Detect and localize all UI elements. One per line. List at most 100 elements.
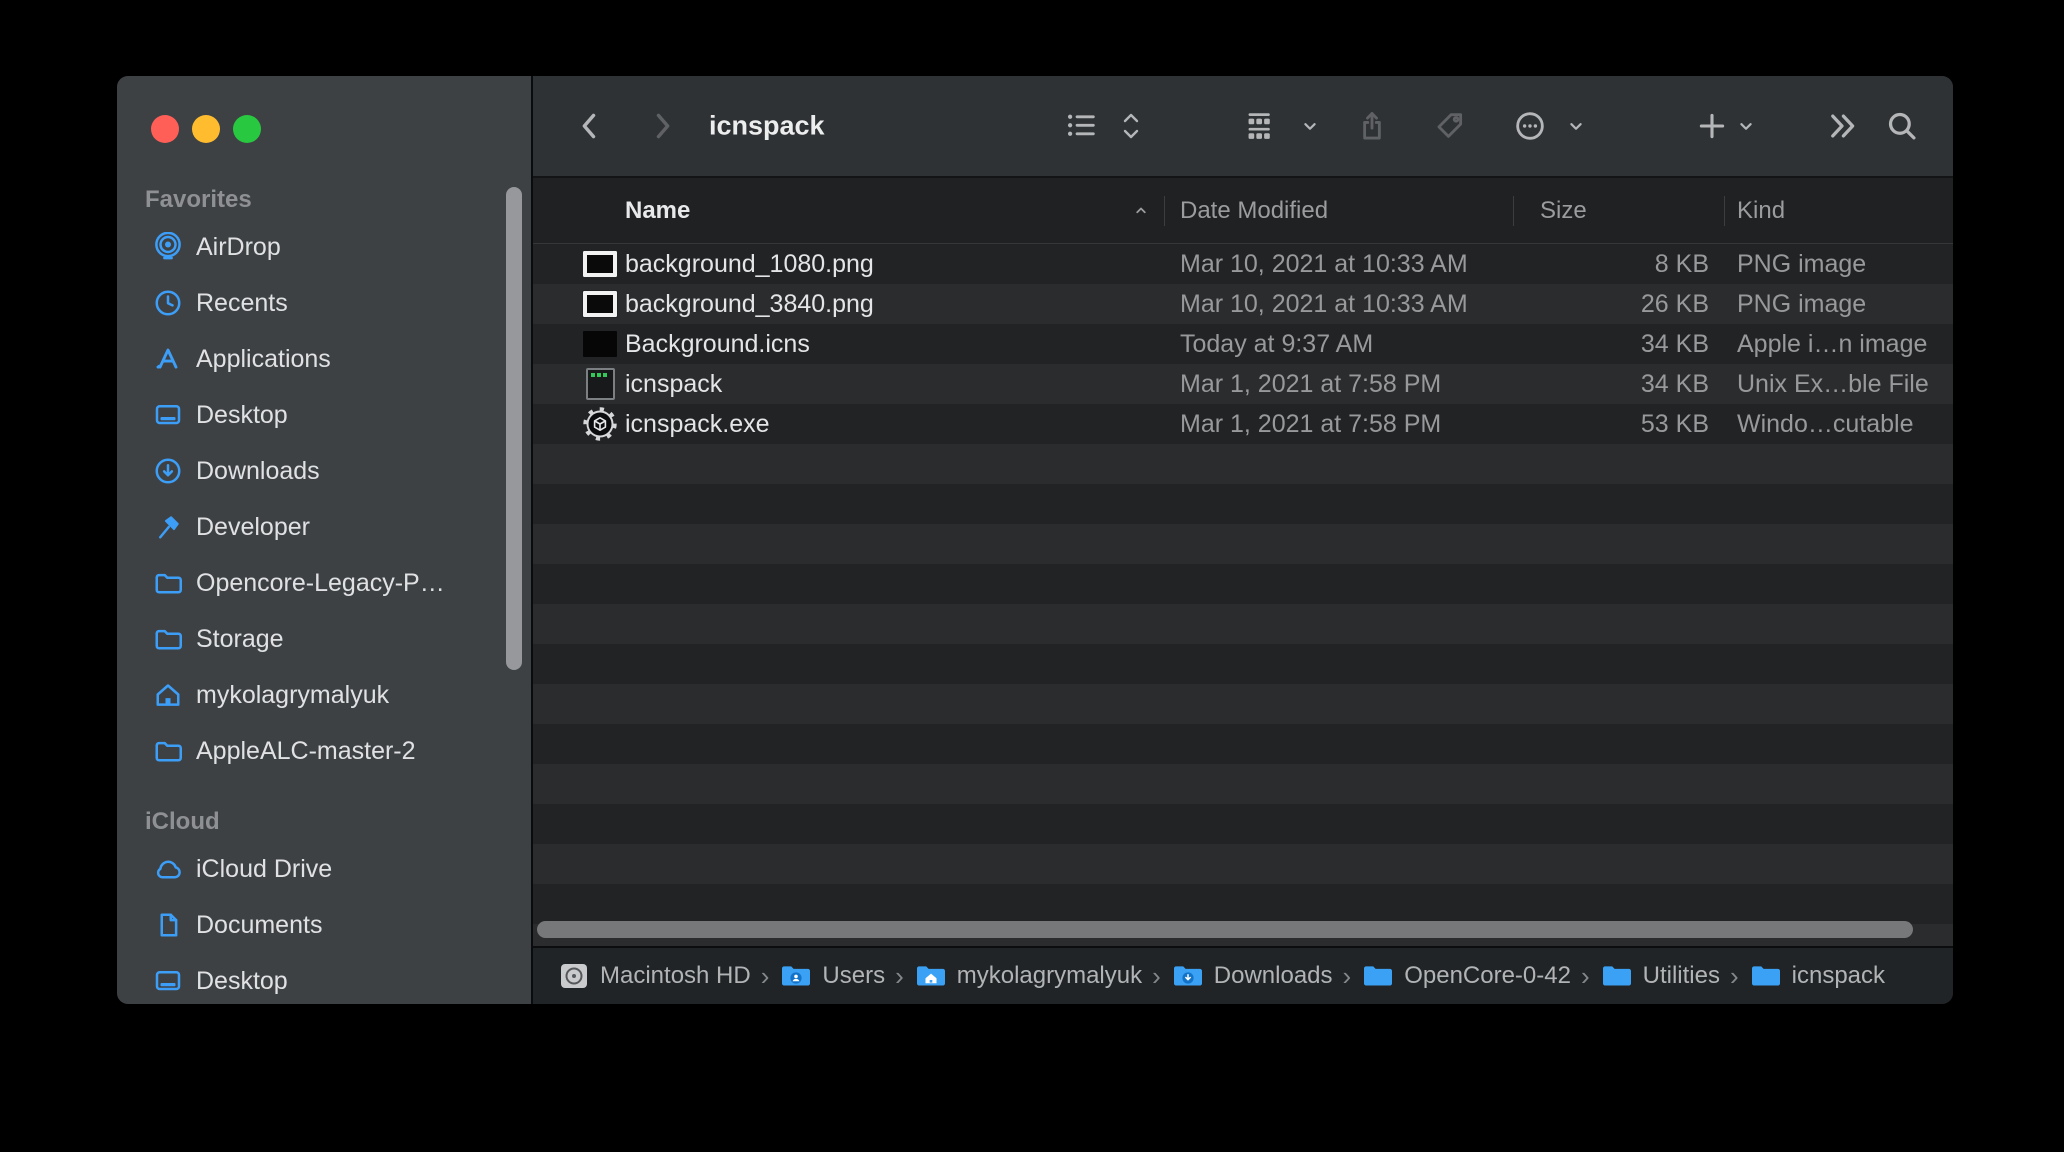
tag-button[interactable] [1433, 109, 1467, 143]
file-size: 26 KB [1513, 284, 1709, 324]
breadcrumb-label: Utilities [1643, 962, 1720, 990]
view-mode-stepper[interactable] [1119, 109, 1143, 143]
file-date-modified: Mar 10, 2021 at 10:33 AM [1180, 284, 1468, 324]
file-kind: Unix Ex…ble File [1737, 364, 1929, 404]
folder-icon [153, 568, 183, 598]
file-list: background_1080.png Mar 10, 2021 at 10:33… [533, 244, 1953, 946]
horizontal-scrollbar[interactable] [537, 921, 1913, 938]
minimize-button[interactable] [192, 115, 220, 143]
folder-icon [153, 624, 183, 654]
zoom-button[interactable] [233, 115, 261, 143]
window-controls [151, 115, 261, 143]
forward-button[interactable] [645, 109, 679, 143]
sidebar: Favorites AirDrop Recents Applications Deskt… [117, 76, 533, 1004]
sidebar-item-developer[interactable]: Developer [117, 499, 531, 555]
sidebar-item-label: Desktop [196, 401, 288, 430]
more-chevron-icon[interactable] [1565, 115, 1587, 137]
breadcrumb-separator: › [1152, 963, 1161, 989]
breadcrumb-item-opencore-0-42[interactable]: OpenCore-0-42 [1361, 961, 1571, 991]
table-row[interactable]: background_3840.pngMar 10, 2021 at 10:33… [533, 284, 1953, 324]
breadcrumb-label: Users [822, 962, 885, 990]
sidebar-item-applications[interactable]: Applications [117, 331, 531, 387]
column-divider[interactable] [1513, 196, 1514, 226]
sidebar-item-downloads[interactable]: Downloads [117, 443, 531, 499]
search-button[interactable] [1885, 109, 1919, 143]
sidebar-item-label: Recents [196, 289, 288, 318]
breadcrumb-label: icnspack [1792, 962, 1885, 990]
group-chevron-icon[interactable] [1299, 115, 1321, 137]
table-row[interactable]: icnspackMar 1, 2021 at 7:58 PM34 KBUnix … [533, 364, 1953, 404]
breadcrumb-separator: › [761, 963, 770, 989]
breadcrumb-label: Downloads [1214, 962, 1333, 990]
sidebar-item-label: Documents [196, 911, 322, 940]
breadcrumb-separator: › [1343, 963, 1352, 989]
developer-icon [153, 512, 183, 542]
sidebar-item-desktop[interactable]: Desktop [117, 387, 531, 443]
add-button[interactable] [1695, 109, 1729, 143]
column-divider[interactable] [1164, 196, 1165, 226]
breadcrumb-separator: › [1581, 963, 1590, 989]
folder-downloads-icon [1171, 961, 1205, 991]
folder-users-icon [779, 961, 813, 991]
breadcrumb-item-users[interactable]: Users [779, 961, 885, 991]
file-date-modified: Mar 1, 2021 at 7:58 PM [1180, 364, 1441, 404]
sidebar-item-opencore-legacy-p-[interactable]: Opencore-Legacy-P… [117, 555, 531, 611]
breadcrumb-item-icnspack[interactable]: icnspack [1749, 961, 1885, 991]
sidebar-item-desktop[interactable]: Desktop [117, 953, 531, 1004]
column-header-name[interactable]: Name [625, 197, 690, 225]
table-row[interactable]: icnspack.exeMar 1, 2021 at 7:58 PM53 KBW… [533, 404, 1953, 444]
column-divider[interactable] [1724, 196, 1725, 226]
breadcrumb-item-downloads[interactable]: Downloads [1171, 961, 1333, 991]
drive-icon [557, 961, 591, 991]
breadcrumb-label: mykolagrymalyuk [957, 962, 1142, 990]
column-header-kind[interactable]: Kind [1737, 197, 1785, 225]
breadcrumb-item-utilities[interactable]: Utilities [1600, 961, 1720, 991]
sidebar-section-label: Favorites [145, 185, 531, 215]
close-button[interactable] [151, 115, 179, 143]
sort-ascending-icon [1131, 201, 1151, 221]
view-mode-icon[interactable] [1065, 109, 1099, 143]
overflow-button[interactable] [1825, 109, 1859, 143]
sidebar-item-label: Developer [196, 513, 310, 542]
file-date-modified: Mar 10, 2021 at 10:33 AM [1180, 244, 1468, 284]
column-header-date[interactable]: Date Modified [1180, 197, 1328, 225]
table-row[interactable]: Background.icnsToday at 9:37 AM34 KBAppl… [533, 324, 1953, 364]
group-button[interactable] [1245, 109, 1279, 143]
more-actions-button[interactable] [1513, 109, 1547, 143]
main-area: icnspack Name Date Modified Size Kind [533, 76, 1953, 1004]
file-kind: Windo…cutable [1737, 404, 1913, 444]
document-icon [153, 910, 183, 940]
column-header-size[interactable]: Size [1540, 197, 1587, 225]
folder-plain-icon [1361, 961, 1395, 991]
sidebar-item-storage[interactable]: Storage [117, 611, 531, 667]
sidebar-scrollbar[interactable] [506, 187, 522, 670]
sidebar-item-mykolagrymalyuk[interactable]: mykolagrymalyuk [117, 667, 531, 723]
list-column-headers: Name Date Modified Size Kind [533, 178, 1953, 244]
png-thumb-icon [580, 284, 620, 324]
file-kind: PNG image [1737, 284, 1866, 324]
desktop-icon [153, 400, 183, 430]
add-chevron-icon[interactable] [1735, 115, 1757, 137]
breadcrumb-item-mykolagrymalyuk[interactable]: mykolagrymalyuk [914, 961, 1142, 991]
sidebar-item-documents[interactable]: Documents [117, 897, 531, 953]
sidebar-item-recents[interactable]: Recents [117, 275, 531, 331]
file-size: 8 KB [1513, 244, 1709, 284]
applications-icon [153, 344, 183, 374]
path-bar: Macintosh HD › Users › mykolagrymalyuk › Downl… [533, 946, 1953, 1004]
breadcrumb-item-macintosh-hd[interactable]: Macintosh HD [557, 961, 751, 991]
folder-plain-icon [1749, 961, 1783, 991]
breadcrumb-separator: › [895, 963, 904, 989]
sidebar-item-applealc-master-2[interactable]: AppleALC-master-2 [117, 723, 531, 779]
sidebar-item-airdrop[interactable]: AirDrop [117, 219, 531, 275]
table-row[interactable]: background_1080.png Mar 10, 2021 at 10:33… [533, 244, 1953, 284]
sidebar-item-label: AirDrop [196, 233, 281, 262]
share-button[interactable] [1355, 109, 1389, 143]
icns-thumb-icon [580, 324, 620, 364]
back-button[interactable] [573, 109, 607, 143]
icloud-icon [153, 854, 183, 884]
sidebar-item-label: iCloud Drive [196, 855, 332, 884]
sidebar-item-icloud-drive[interactable]: iCloud Drive [117, 841, 531, 897]
file-name: background_1080.png [625, 244, 874, 284]
airdrop-icon [153, 232, 183, 262]
breadcrumb-separator: › [1730, 963, 1739, 989]
